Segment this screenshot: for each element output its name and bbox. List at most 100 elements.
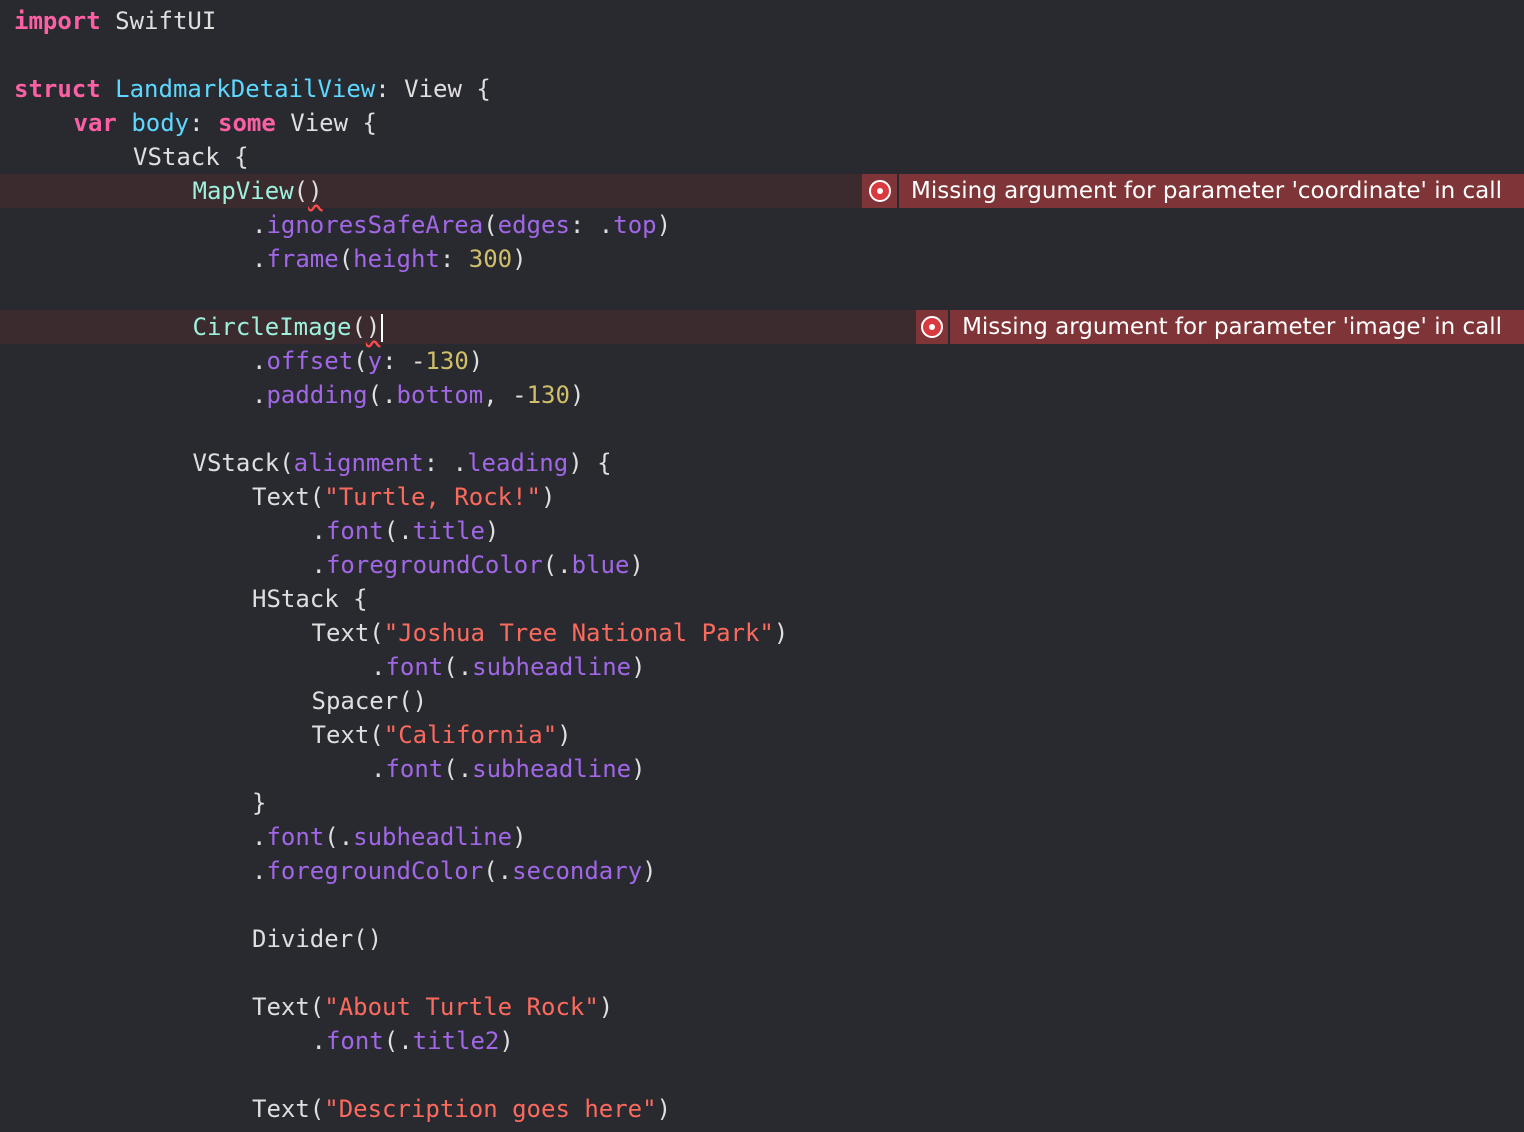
code-token: VStack [192,449,280,477]
code-line[interactable]: .font(.subheadline) [0,650,1524,684]
code-line[interactable]: .padding(.bottom, -130) [0,378,1524,412]
code-line[interactable]: Text("California") [0,718,1524,752]
error-annotation[interactable]: Missing argument for parameter 'coordina… [862,174,1524,208]
code-token: . [371,755,386,783]
error-icon-button[interactable] [862,174,900,208]
code-token: : - [382,347,426,375]
code-token: Text [311,721,370,749]
code-text: HStack { [14,585,368,613]
code-token: ( [293,177,309,205]
code-token: foregroundColor [325,551,543,579]
code-line[interactable]: .foregroundColor(.secondary) [0,854,1524,888]
code-text: Text("California") [14,721,572,749]
code-token: y [367,347,383,375]
error-annotation[interactable]: Missing argument for parameter 'image' i… [916,310,1524,344]
code-line[interactable] [0,888,1524,922]
code-token: (. [383,517,413,545]
code-line[interactable] [0,412,1524,446]
code-token: ) [656,211,672,239]
code-line[interactable]: .font(.subheadline) [0,752,1524,786]
code-token: : [189,109,219,137]
code-text: .font(.subheadline) [14,823,527,851]
code-line[interactable]: Text("Joshua Tree National Park") [0,616,1524,650]
code-token: (. [542,551,572,579]
code-token: (. [383,1027,413,1055]
code-token: ) { [568,449,612,477]
code-token: struct [14,75,101,103]
code-line[interactable]: VStack { [0,140,1524,174]
code-token: "About Turtle Rock" [324,993,599,1021]
code-line[interactable]: struct LandmarkDetailView: View { [0,72,1524,106]
code-line-error[interactable]: CircleImage() Missing argument for parame… [0,310,1524,344]
code-token: title [412,517,485,545]
code-line[interactable]: .font(.title2) [0,1024,1524,1058]
code-line[interactable]: VStack(alignment: .leading) { [0,446,1524,480]
code-line[interactable]: .offset(y: -130) [0,344,1524,378]
code-token: Text [311,619,370,647]
code-token: . [311,517,326,545]
code-token: . [311,1027,326,1055]
code-line[interactable]: .frame(height: 300) [0,242,1524,276]
code-token: (. [443,755,473,783]
code-token: ( [309,483,325,511]
code-line[interactable] [0,38,1524,72]
code-token: View { [275,109,377,137]
code-token: ) [569,381,585,409]
error-icon-button[interactable] [916,310,951,344]
code-token: ( [279,449,294,477]
code-token: top [613,211,657,239]
code-token: CircleImage [192,313,352,341]
code-text: MapView() [14,177,323,205]
code-token: } [252,789,267,817]
code-text: Spacer() [14,687,428,715]
code-line[interactable]: import SwiftUI [0,4,1524,38]
code-text: } [14,789,266,817]
code-token: height [353,245,440,273]
code-text: .font(.subheadline) [14,653,646,681]
code-token: (. [483,857,513,885]
code-token: font [385,755,444,783]
code-line[interactable]: Spacer() [0,684,1524,718]
code-token: . [252,823,267,851]
code-token: alignment [293,449,424,477]
code-line[interactable] [0,956,1524,990]
code-line[interactable]: .font(.subheadline) [0,820,1524,854]
code-text: .offset(y: -130) [14,347,483,375]
code-token: "Joshua Tree National Park" [383,619,774,647]
code-token: Text [252,1095,310,1123]
code-text: .frame(height: 300) [14,245,527,273]
code-token: "Description goes here" [324,1095,657,1123]
code-text: VStack { [14,143,249,171]
code-token: (. [443,653,473,681]
code-line[interactable]: .font(.title) [0,514,1524,548]
code-line[interactable]: .foregroundColor(.blue) [0,548,1524,582]
code-line[interactable]: } [0,786,1524,820]
code-line[interactable] [0,276,1524,310]
code-text: .font(.title2) [14,1027,514,1055]
code-token: . [311,551,326,579]
code-text: VStack(alignment: .leading) { [14,449,612,477]
code-token: SwiftUI [100,7,217,35]
code-text: .font(.title) [14,517,500,545]
code-token: ignoresSafeArea [266,211,484,239]
code-line[interactable]: var body: some View { [0,106,1524,140]
code-token: ) [642,857,657,885]
code-token: ) [484,517,500,545]
code-token: Spacer() [311,687,428,715]
code-token: subheadline [353,823,513,851]
error-message: Missing argument for parameter 'coordina… [911,178,1502,204]
code-line[interactable]: Divider() [0,922,1524,956]
code-token: "California" [383,721,558,749]
code-token: Text [252,483,310,511]
code-token: : [439,245,469,273]
code-token: import [14,7,101,35]
code-line[interactable]: Text("About Turtle Rock") [0,990,1524,1024]
code-line[interactable]: Text("Description goes here") [0,1092,1524,1126]
code-line[interactable]: HStack { [0,582,1524,616]
code-line[interactable]: .ignoresSafeArea(edges: .top) [0,208,1524,242]
code-editor[interactable]: import SwiftUI struct LandmarkDetailView:… [0,0,1524,1132]
code-text: .padding(.bottom, -130) [14,381,584,409]
code-line[interactable] [0,1058,1524,1092]
code-line[interactable]: Text("Turtle, Rock!") [0,480,1524,514]
code-line-error[interactable]: MapView() Missing argument for parameter … [0,174,1524,208]
